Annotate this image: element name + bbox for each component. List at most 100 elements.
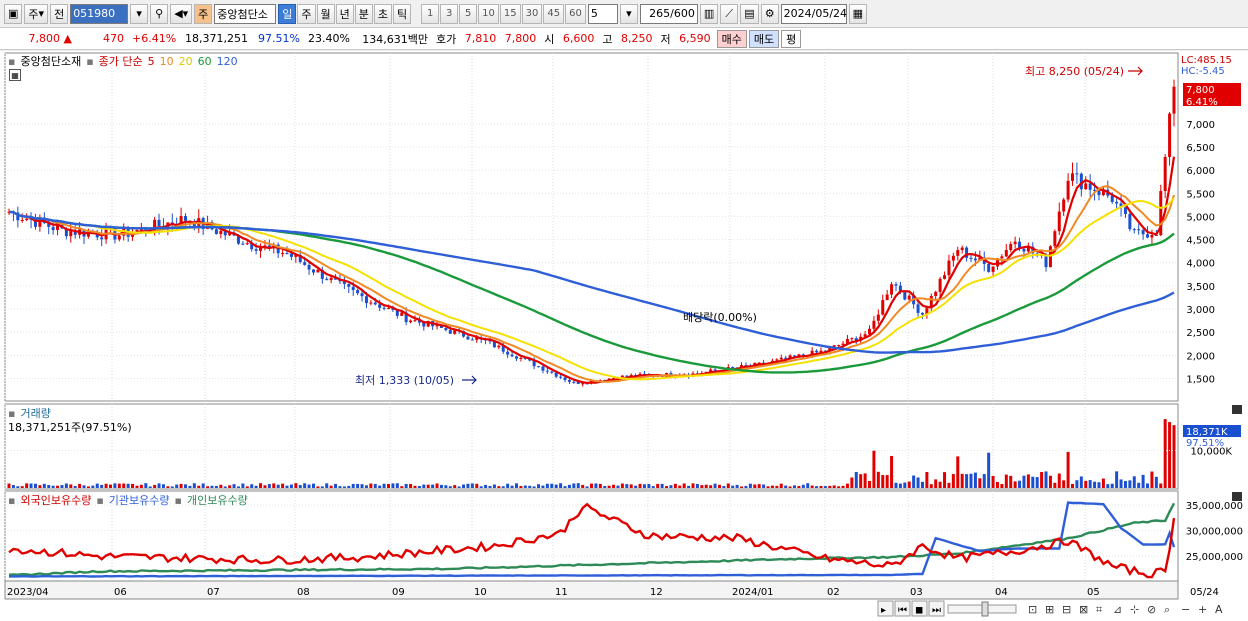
calendar-icon[interactable]: ▦	[848, 3, 868, 24]
eval-button[interactable]: 평	[781, 29, 802, 48]
volume-bar	[100, 484, 104, 488]
interval-button-2[interactable]: 5	[459, 3, 478, 24]
code-dropdown-icon[interactable]: ▾	[130, 3, 149, 24]
volume-bar	[219, 484, 223, 488]
chart-svg[interactable]: 7,000 6,500 6,000 5,500 5,000 4,500 4,000 3,500…	[0, 51, 1248, 621]
volume-bar	[139, 484, 143, 488]
scroll-control-icon[interactable]: ⏭	[932, 605, 941, 616]
candle-body	[25, 218, 29, 220]
volume-bar	[1128, 480, 1132, 488]
sell-button[interactable]: 매도	[748, 29, 780, 48]
interval-button-7[interactable]: 60	[565, 3, 586, 24]
volume-bar	[806, 483, 810, 488]
candle-body	[731, 367, 735, 369]
volume-bar	[576, 483, 580, 488]
period-tab-3[interactable]: 년	[335, 3, 354, 24]
period-tab-4[interactable]: 분	[354, 3, 373, 24]
stock-chart-window: ▣ 주 ▾ 전 051980 ▾ ⚲ ◀▾ 주 중앙첨단소 일주월년분초틱 135…	[0, 0, 1248, 621]
legend-foreign[interactable]: 외국인보유수량	[20, 492, 91, 508]
volume-bar	[775, 485, 779, 488]
legend-stock-name[interactable]: 중앙첨단소재	[20, 53, 81, 69]
current-price: 7,800 ▲	[0, 32, 76, 45]
volume-pct-tag: 97.51%	[1186, 438, 1224, 449]
chart-tool-icon[interactable]: ⊘	[1147, 603, 1156, 616]
chart-tool-icon[interactable]: A	[1215, 603, 1223, 616]
period-tab-5[interactable]: 초	[373, 3, 393, 24]
chart-tool-icon[interactable]: ⌗	[1096, 603, 1102, 616]
search-icon[interactable]: ⚲	[150, 3, 169, 24]
chart-tool-icon[interactable]: ⊿	[1113, 603, 1122, 616]
candle-icon[interactable]: ▥	[699, 3, 719, 24]
volume-bar	[815, 486, 819, 488]
candle-body	[991, 266, 995, 272]
period-tab-6[interactable]: 틱	[393, 3, 412, 24]
buy-button[interactable]: 매수	[716, 29, 747, 48]
panel-close-icon[interactable]	[1232, 405, 1242, 414]
volume-bar	[1053, 482, 1057, 488]
prev-button[interactable]: 전	[50, 3, 69, 24]
interval-button-5[interactable]: 30	[521, 3, 543, 24]
stock-name-field[interactable]: 중앙첨단소	[214, 3, 277, 24]
save-icon[interactable]: ▤	[740, 3, 759, 24]
chart-tool-icon[interactable]: −	[1181, 603, 1190, 616]
up-arrow-icon: ▲	[63, 32, 72, 45]
type-select[interactable]: 주 ▾	[24, 3, 49, 24]
scroll-control-icon[interactable]: ◼	[915, 605, 923, 616]
x-axis-label: 04	[995, 587, 1008, 598]
chart-tool-icon[interactable]: ⊹	[1130, 603, 1139, 616]
volume-bar	[744, 485, 748, 488]
volume-bar	[682, 483, 686, 488]
panel-close-icon[interactable]	[1232, 492, 1242, 501]
count-input[interactable]: 265/600	[639, 3, 698, 24]
volume-bar	[863, 473, 867, 488]
scroll-control-icon[interactable]: ⏮	[898, 605, 907, 616]
volume-bar	[1154, 476, 1158, 488]
chart-tool-icon[interactable]: ⊡	[1028, 603, 1037, 616]
legend-institution[interactable]: 기관보유수량	[109, 492, 170, 508]
interval-button-1[interactable]: 3	[440, 3, 459, 24]
line-tool-icon[interactable]: ⟋	[720, 3, 739, 24]
candle-body	[947, 260, 951, 276]
window-icon[interactable]: ▣	[4, 3, 23, 24]
volume-bar	[338, 486, 342, 488]
volume-bar	[890, 455, 894, 488]
date-input[interactable]: 2024/05/24	[780, 3, 847, 24]
x-axis-label: 07	[207, 587, 220, 598]
chart-tool-icon[interactable]: ⊞	[1045, 603, 1054, 616]
chart-tool-icon[interactable]: ⌕	[1164, 603, 1170, 616]
scroll-control-icon[interactable]: ▸	[881, 605, 886, 616]
grid-icon[interactable]: ▦	[9, 69, 21, 81]
interval-button-0[interactable]: 1	[421, 3, 440, 24]
chart-area[interactable]: 7,000 6,500 6,000 5,500 5,000 4,500 4,000 3,500…	[0, 51, 1248, 621]
volume-bar	[431, 484, 435, 488]
candle-body	[281, 253, 285, 255]
volume-bar	[550, 483, 554, 488]
chart-tool-icon[interactable]: ⊠	[1079, 603, 1088, 616]
legend-ma-label[interactable]: 종가 단순	[99, 53, 143, 69]
volume-bar	[837, 486, 841, 488]
volume-bar	[1057, 473, 1061, 488]
legend-individual[interactable]: 개인보유수량	[187, 492, 248, 508]
volume-bar	[634, 485, 638, 488]
interval-dropdown-icon[interactable]: ▾	[619, 3, 638, 24]
period-tab-0[interactable]: 일	[278, 3, 297, 24]
volume-bar	[228, 485, 232, 488]
volume-bar	[1022, 475, 1026, 488]
period-tab-1[interactable]: 주	[297, 3, 316, 24]
interval-input[interactable]: 5	[587, 3, 618, 24]
volume-bar	[25, 483, 29, 488]
interval-button-3[interactable]: 10	[478, 3, 499, 24]
chart-tool-icon[interactable]: +	[1198, 603, 1207, 616]
volume-bar	[1172, 425, 1176, 488]
period-tab-2[interactable]: 월	[316, 3, 335, 24]
scroll-thumb[interactable]	[981, 601, 989, 617]
interval-button-6[interactable]: 45	[543, 3, 565, 24]
volume-bar	[912, 475, 916, 488]
chart-tool-icon[interactable]: ⊟	[1062, 603, 1071, 616]
settings-icon[interactable]: ⚙	[760, 3, 779, 24]
volume-bar	[175, 484, 179, 488]
speaker-icon[interactable]: ◀▾	[170, 3, 193, 24]
volume-bar	[148, 486, 152, 488]
interval-button-4[interactable]: 15	[499, 3, 521, 24]
stock-code-input[interactable]: 051980	[70, 3, 129, 24]
